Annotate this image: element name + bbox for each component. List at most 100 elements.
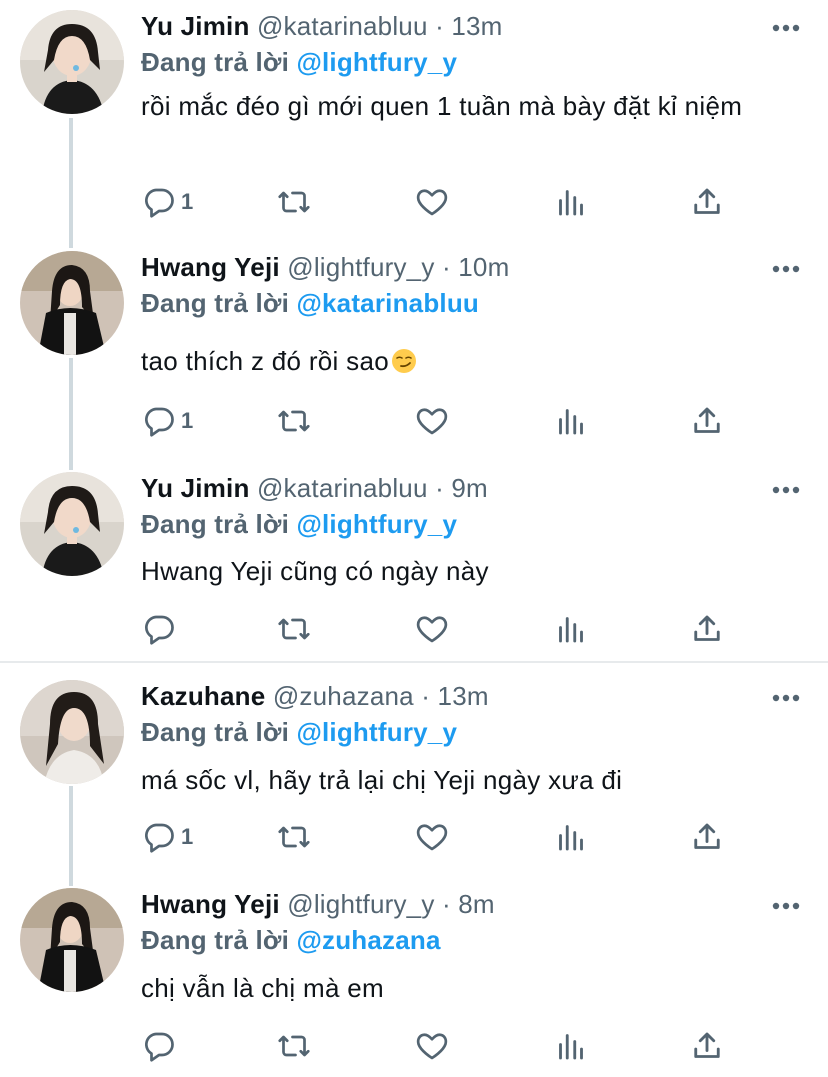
retweet-button[interactable]: [276, 182, 312, 222]
user-handle[interactable]: @lightfury_y: [287, 252, 434, 282]
timestamp[interactable]: 13m: [438, 681, 489, 711]
thread-divider: [0, 661, 828, 663]
more-icon[interactable]: [772, 24, 800, 32]
tweet[interactable]: Kazuhane @zuhazana · 13m Đang trả lời @l…: [0, 670, 828, 880]
heart-icon: [416, 1033, 448, 1060]
user-handle[interactable]: @katarinabluu: [257, 473, 428, 503]
stats-button[interactable]: [553, 401, 589, 441]
replying-to-handle[interactable]: @lightfury_y: [296, 717, 457, 747]
stats-button[interactable]: [553, 182, 589, 222]
replying-to-handle[interactable]: @lightfury_y: [296, 509, 457, 539]
like-button[interactable]: [414, 182, 450, 222]
share-button[interactable]: [689, 817, 725, 857]
replying-to: Đang trả lời @katarinabluu: [141, 288, 479, 319]
share-icon: [694, 823, 720, 849]
retweet-icon: [278, 410, 310, 432]
user-handle[interactable]: @zuhazana: [273, 681, 414, 711]
avatar[interactable]: [20, 888, 124, 992]
share-button[interactable]: [689, 609, 725, 649]
tweet-text-content: tao thích z đó rồi sao: [141, 346, 389, 376]
timestamp[interactable]: 13m: [451, 11, 502, 41]
separator-dot: ·: [421, 681, 431, 711]
reply-count: 1: [181, 824, 194, 849]
stats-button[interactable]: [553, 817, 589, 857]
reply-button[interactable]: 1: [141, 817, 193, 857]
user-handle[interactable]: @lightfury_y: [287, 889, 434, 919]
separator-dot: ·: [435, 473, 444, 503]
share-icon: [694, 615, 720, 641]
separator-dot: ·: [441, 252, 451, 282]
smirk-emoji-icon: [391, 349, 416, 373]
stats-icon: [559, 1034, 583, 1060]
replying-to-handle[interactable]: @zuhazana: [296, 925, 440, 955]
avatar[interactable]: [20, 10, 124, 114]
like-button[interactable]: [414, 609, 450, 649]
timestamp[interactable]: 8m: [458, 889, 495, 919]
tweet[interactable]: Hwang Yeji @lightfury_y · 10m Đang trả l…: [0, 241, 828, 461]
avatar[interactable]: [20, 251, 124, 355]
avatar[interactable]: [20, 472, 124, 576]
replying-to: Đang trả lời @lightfury_y: [141, 717, 457, 748]
share-icon: [694, 407, 720, 433]
stats-icon: [559, 617, 583, 643]
stats-icon: [559, 190, 583, 216]
reply-icon: [145, 823, 174, 853]
share-icon: [694, 1032, 720, 1058]
display-name[interactable]: Hwang Yeji: [141, 252, 280, 282]
stats-button[interactable]: [553, 609, 589, 649]
reply-button[interactable]: [141, 609, 181, 649]
replying-to: Đang trả lời @lightfury_y: [141, 509, 457, 540]
tweet-text: rồi mắc đéo gì mới quen 1 tuần mà bày đặ…: [141, 91, 743, 121]
display-name[interactable]: Yu Jimin: [141, 11, 250, 41]
like-button[interactable]: [414, 401, 450, 441]
retweet-button[interactable]: [276, 1026, 312, 1066]
replying-to-handle[interactable]: @lightfury_y: [296, 47, 457, 77]
separator-dot: ·: [435, 11, 444, 41]
reply-icon: [145, 1032, 174, 1062]
tweet-text: tao thích z đó rồi sao: [141, 343, 781, 379]
more-icon[interactable]: [772, 694, 800, 702]
heart-icon: [416, 616, 448, 643]
reply-button[interactable]: 1: [141, 182, 193, 222]
reply-count: 1: [181, 189, 194, 214]
more-icon[interactable]: [772, 265, 800, 273]
like-button[interactable]: [414, 817, 450, 857]
avatar[interactable]: [20, 680, 124, 784]
replying-to-label: Đang trả lời: [141, 47, 290, 77]
more-icon[interactable]: [772, 902, 800, 910]
display-name[interactable]: Yu Jimin: [141, 473, 250, 503]
stats-icon: [559, 825, 583, 851]
more-icon[interactable]: [772, 486, 800, 494]
timestamp[interactable]: 10m: [458, 252, 509, 282]
share-button[interactable]: [689, 182, 725, 222]
tweet[interactable]: Yu Jimin @katarinabluu · 13m Đang trả lờ…: [0, 0, 828, 240]
reply-icon: [145, 188, 174, 218]
tweet[interactable]: Yu Jimin @katarinabluu · 9m Đang trả lời…: [0, 462, 828, 662]
separator-dot: ·: [441, 889, 451, 919]
display-name[interactable]: Kazuhane: [141, 681, 265, 711]
heart-icon: [416, 824, 448, 851]
tweet-actions: 1: [141, 182, 741, 222]
share-button[interactable]: [689, 1026, 725, 1066]
tweet[interactable]: Hwang Yeji @lightfury_y · 8m Đang trả lờ…: [0, 878, 828, 1077]
replying-to: Đang trả lời @lightfury_y: [141, 47, 457, 78]
tweet-header: Yu Jimin @katarinabluu · 9m: [141, 473, 488, 504]
display-name[interactable]: Hwang Yeji: [141, 889, 280, 919]
reply-button[interactable]: [141, 1026, 181, 1066]
stats-button[interactable]: [553, 1026, 589, 1066]
timestamp[interactable]: 9m: [451, 473, 488, 503]
retweet-button[interactable]: [276, 401, 312, 441]
retweet-button[interactable]: [276, 817, 312, 857]
retweet-button[interactable]: [276, 609, 312, 649]
tweet-header: Kazuhane @zuhazana · 13m: [141, 681, 489, 712]
reply-button[interactable]: 1: [141, 401, 193, 441]
reply-icon: [145, 407, 174, 437]
retweet-icon: [278, 191, 310, 213]
replying-to-label: Đang trả lời: [141, 717, 290, 747]
reply-icon: [145, 615, 174, 645]
like-button[interactable]: [414, 1026, 450, 1066]
share-button[interactable]: [689, 401, 725, 441]
user-handle[interactable]: @katarinabluu: [257, 11, 428, 41]
replying-to: Đang trả lời @zuhazana: [141, 925, 441, 956]
replying-to-handle[interactable]: @katarinabluu: [296, 288, 479, 318]
